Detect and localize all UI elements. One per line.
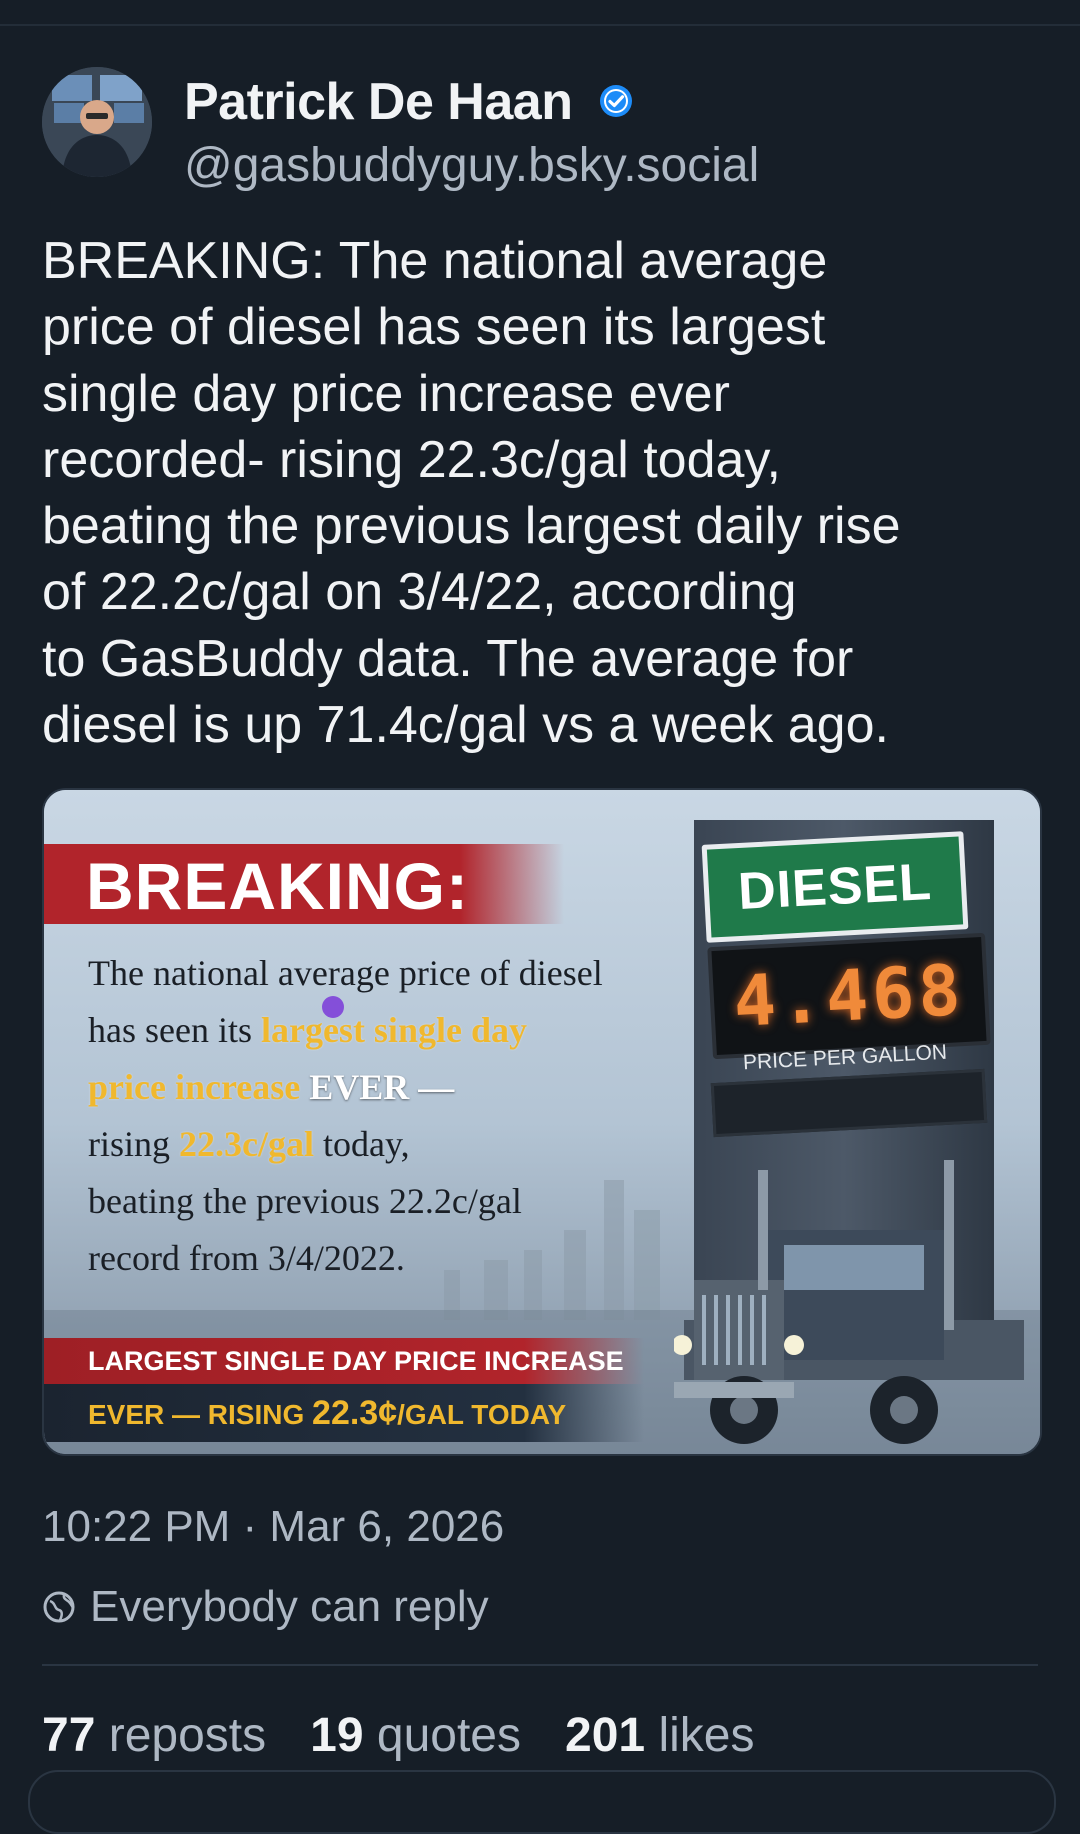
touch-indicator [322,996,344,1018]
footer-text: /GAL TODAY [397,1399,567,1430]
image-body-line: record from 3/4/2022. [88,1238,405,1278]
post-image[interactable]: BREAKING: The national average price of … [42,788,1042,1456]
image-body-line: rising [88,1124,180,1164]
top-divider [0,24,1080,26]
stat-label: likes [658,1709,755,1762]
image-body-line: The national average price of diesel [88,953,603,993]
footer-price: 22.3¢ [312,1394,398,1432]
quotes-count[interactable]: 19 quotes [310,1708,521,1763]
footer-text: EVER — RISING [88,1399,313,1430]
author-handle[interactable]: @gasbuddyguy.bsky.social [184,138,759,193]
post-line: of 22.2c/gal on 3/4/22, according [42,563,797,622]
display-name-text: Patrick De Haan [184,73,573,131]
image-ever-text: EVER — [300,1067,455,1107]
post-line: BREAKING: The national average [42,232,828,290]
action-bar[interactable] [28,1770,1056,1834]
post-line: single day price increase ever [42,364,730,423]
image-highlight: price increase [88,1067,301,1107]
post-timestamp[interactable]: 10:22 PM · Mar 6, 2026 [42,1502,504,1552]
likes-count[interactable]: 201 likes [565,1708,754,1763]
post-line: beating the previous largest daily rise [42,497,901,556]
stats-divider [42,1664,1038,1666]
stat-number: 19 [310,1709,364,1762]
image-highlight: largest single day [260,1010,527,1050]
author-display-name[interactable]: Patrick De Haan [184,72,634,132]
image-body-line: has seen its [88,1010,261,1050]
reply-setting[interactable]: Everybody can reply [42,1582,489,1632]
image-body-text: The national average price of diesel has… [88,945,708,1287]
avatar-photo [42,67,152,177]
post-line: to GasBuddy data. The average for [42,629,854,688]
image-highlight: 22.3c/gal [179,1124,314,1164]
globe-icon [43,1591,75,1623]
post-text: BREAKING: The national average price of … [42,228,1042,758]
stat-label: reposts [108,1709,267,1762]
stat-number: 201 [565,1709,646,1762]
image-breaking-title: BREAKING: [86,849,469,923]
post-line: recorded- rising 22.3c/gal today, [42,430,781,489]
diesel-sign: DIESEL [701,831,969,943]
author-avatar[interactable] [42,67,152,177]
image-footer-line1: LARGEST SINGLE DAY PRICE INCREASE [88,1346,624,1376]
diesel-sign-label: DIESEL [736,852,934,922]
post-stats: 77 reposts 19 quotes 201 likes [42,1708,798,1763]
reposts-count[interactable]: 77 reposts [42,1708,266,1763]
image-footer-line2: EVER — RISING 22.3¢/GAL TODAY [88,1384,566,1444]
image-body-line: beating the previous 22.2c/gal [88,1181,522,1221]
post-line: price of diesel has seen its largest [42,298,826,357]
verified-check-icon [600,85,633,118]
price-display-value: 4.468 [731,949,967,1043]
stat-label: quotes [376,1709,521,1762]
image-body-line: today, [314,1124,410,1164]
truck-illustration [674,1160,1024,1444]
reply-setting-label: Everybody can reply [90,1582,489,1631]
post-line: diesel is up 71.4c/gal vs a week ago. [42,696,889,755]
stat-number: 77 [42,1709,96,1762]
